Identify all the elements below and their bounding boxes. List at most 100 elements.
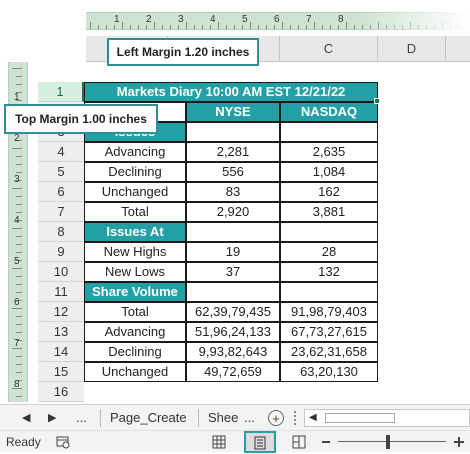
prev-sheet-icon[interactable]: ◀ bbox=[22, 405, 34, 431]
row-header[interactable]: 7 bbox=[38, 202, 84, 222]
row-header[interactable]: 10 bbox=[38, 262, 84, 282]
nyse-value[interactable]: 62,39,79,435 bbox=[186, 302, 280, 322]
ruler-tick bbox=[16, 212, 22, 213]
zoom-slider-thumb[interactable] bbox=[386, 435, 390, 449]
nasdaq-value[interactable]: 28 bbox=[280, 242, 378, 262]
row-label[interactable]: Total bbox=[84, 202, 186, 222]
page-layout-view-icon[interactable] bbox=[244, 431, 276, 453]
ruler-tick bbox=[16, 172, 22, 173]
zoom-in-icon[interactable] bbox=[454, 437, 464, 447]
row-header[interactable]: 16 bbox=[38, 382, 84, 402]
column-header-e[interactable] bbox=[446, 36, 470, 62]
ruler-number: 6 bbox=[274, 14, 280, 25]
column-header-d[interactable]: D bbox=[378, 36, 446, 62]
nyse-value[interactable]: 2,920 bbox=[186, 202, 280, 222]
status-bar: Ready bbox=[0, 430, 470, 453]
row-label[interactable]: Advancing bbox=[84, 142, 186, 162]
ruler-tick bbox=[16, 76, 22, 77]
row-label[interactable]: Unchanged bbox=[84, 362, 186, 382]
nyse-value[interactable]: 83 bbox=[186, 182, 280, 202]
row-header[interactable]: 13 bbox=[38, 322, 84, 342]
ruler-number: 4 bbox=[210, 14, 216, 25]
ruler-tick bbox=[12, 268, 22, 269]
row-header[interactable]: 11 bbox=[38, 282, 84, 302]
nyse-value[interactable]: 19 bbox=[186, 242, 280, 262]
ruler-tick bbox=[282, 22, 283, 29]
sheets-overflow-left[interactable]: ... bbox=[76, 405, 98, 431]
row-header[interactable]: 4 bbox=[38, 142, 84, 162]
table-title[interactable]: Markets Diary 10:00 AM EST 12/21/22 bbox=[84, 82, 378, 102]
nasdaq-value[interactable]: 63,20,130 bbox=[280, 362, 378, 382]
nasdaq-value[interactable]: 2,635 bbox=[280, 142, 378, 162]
row-label[interactable]: Declining bbox=[84, 162, 186, 182]
add-sheet-icon[interactable]: + bbox=[268, 410, 284, 426]
scrollbar-thumb[interactable] bbox=[325, 413, 395, 423]
ruler-tick bbox=[242, 25, 243, 29]
row-header[interactable]: 14 bbox=[38, 342, 84, 362]
column-header-c[interactable]: C bbox=[280, 36, 378, 62]
sheets-overflow-right[interactable]: ... bbox=[244, 405, 264, 431]
next-sheet-icon[interactable]: ▶ bbox=[48, 405, 60, 431]
ruler-tick bbox=[186, 22, 187, 29]
row-label[interactable]: New Lows bbox=[84, 262, 186, 282]
ruler-tick bbox=[16, 252, 22, 253]
top-margin-callout: Top Margin 1.00 inches bbox=[4, 104, 158, 134]
nyse-value[interactable]: 51,96,24,133 bbox=[186, 322, 280, 342]
scroll-left-icon[interactable]: ◀ bbox=[309, 412, 317, 424]
sheet-tab-page-create[interactable]: Page_Create bbox=[110, 405, 196, 431]
ruler-number: 5 bbox=[14, 256, 20, 267]
nasdaq-value[interactable]: 1,084 bbox=[280, 162, 378, 182]
zoom-out-icon[interactable] bbox=[322, 441, 330, 443]
ruler-number: 6 bbox=[14, 297, 20, 308]
nasdaq-value[interactable] bbox=[280, 222, 378, 242]
normal-view-icon[interactable] bbox=[212, 435, 226, 449]
row-header[interactable]: 12 bbox=[38, 302, 84, 322]
ruler-tick bbox=[330, 25, 331, 29]
row-label[interactable]: Advancing bbox=[84, 322, 186, 342]
horizontal-scrollbar[interactable]: ◀ bbox=[304, 409, 470, 427]
nasdaq-value[interactable]: 3,881 bbox=[280, 202, 378, 222]
row-label[interactable]: New Highs bbox=[84, 242, 186, 262]
nasdaq-value[interactable]: 132 bbox=[280, 262, 378, 282]
nasdaq-value[interactable]: 23,62,31,658 bbox=[280, 342, 378, 362]
page-break-preview-icon[interactable] bbox=[292, 435, 306, 449]
section-label[interactable]: Issues At bbox=[84, 222, 186, 242]
nyse-value[interactable]: 9,93,82,643 bbox=[186, 342, 280, 362]
row-header[interactable]: 5 bbox=[38, 162, 84, 182]
zoom-slider[interactable] bbox=[338, 441, 446, 442]
row-header[interactable]: 1 bbox=[38, 82, 84, 102]
fill-handle[interactable] bbox=[374, 98, 380, 104]
nasdaq-value[interactable]: 91,98,79,403 bbox=[280, 302, 378, 322]
row-header[interactable]: 15 bbox=[38, 362, 84, 382]
nyse-value[interactable] bbox=[186, 282, 280, 302]
nasdaq-value[interactable]: 67,73,27,615 bbox=[280, 322, 378, 342]
nasdaq-value[interactable]: 162 bbox=[280, 182, 378, 202]
ruler-number: 4 bbox=[14, 215, 20, 226]
nyse-value[interactable]: 556 bbox=[186, 162, 280, 182]
row-header[interactable]: 8 bbox=[38, 222, 84, 242]
row-header[interactable]: 9 bbox=[38, 242, 84, 262]
row-label[interactable]: Declining bbox=[84, 342, 186, 362]
nyse-value[interactable]: 37 bbox=[186, 262, 280, 282]
row-label[interactable]: Unchanged bbox=[84, 182, 186, 202]
row-header[interactable]: 6 bbox=[38, 182, 84, 202]
header-nyse[interactable]: NYSE bbox=[186, 102, 280, 122]
header-nasdaq[interactable]: NASDAQ bbox=[280, 102, 378, 122]
nyse-value[interactable] bbox=[186, 222, 280, 242]
nyse-value[interactable]: 2,281 bbox=[186, 142, 280, 162]
nasdaq-value[interactable] bbox=[280, 282, 378, 302]
tab-splitter[interactable] bbox=[294, 411, 296, 425]
issues-nyse-empty[interactable] bbox=[186, 122, 280, 142]
ruler-tick bbox=[162, 25, 163, 29]
issues-nasdaq-empty[interactable] bbox=[280, 122, 378, 142]
nyse-value[interactable]: 49,72,659 bbox=[186, 362, 280, 382]
ruler-number: 7 bbox=[306, 14, 312, 25]
ruler-tick bbox=[146, 25, 147, 29]
sheet-tab-sheet[interactable]: Shee bbox=[208, 405, 242, 431]
ruler-tick bbox=[258, 25, 259, 29]
section-label[interactable]: Share Volume bbox=[84, 282, 186, 302]
ruler-tick bbox=[354, 25, 355, 29]
ruler-tick bbox=[194, 25, 195, 29]
row-label[interactable]: Total bbox=[84, 302, 186, 322]
accessibility-icon[interactable] bbox=[56, 435, 70, 449]
